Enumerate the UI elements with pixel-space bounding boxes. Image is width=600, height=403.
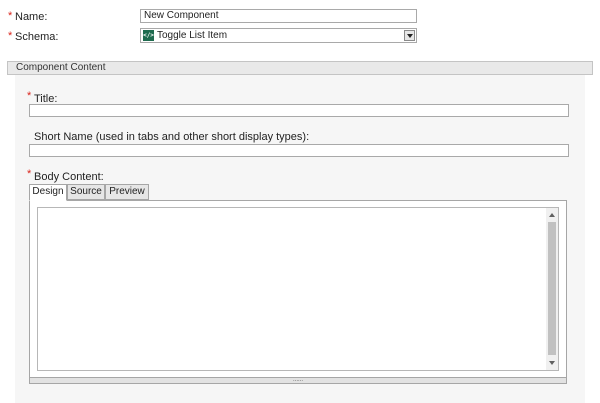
short-name-input[interactable] (29, 144, 569, 157)
name-label: Name: (15, 11, 48, 23)
schema-required-marker: * (8, 30, 13, 42)
schema-selected-value: Toggle List Item (157, 30, 228, 41)
chevron-down-icon[interactable] (404, 30, 415, 41)
title-required-marker: * (27, 90, 32, 102)
body-required-marker: * (27, 168, 32, 180)
scroll-thumb[interactable] (548, 222, 556, 355)
editor-resize-handle[interactable]: ...... (29, 377, 567, 384)
body-content-editor-area[interactable] (37, 207, 559, 371)
scroll-up-icon[interactable] (549, 213, 555, 217)
tab-preview[interactable]: Preview (105, 184, 149, 200)
name-input[interactable]: New Component (140, 9, 417, 23)
short-name-label: Short Name (used in tabs and other short… (34, 131, 310, 143)
name-required-marker: * (8, 10, 13, 22)
schema-label: Schema: (15, 31, 59, 43)
code-brackets-icon: </> (143, 30, 154, 41)
schema-select[interactable]: </> Toggle List Item (140, 28, 417, 43)
scroll-down-icon[interactable] (549, 361, 555, 365)
tab-design[interactable]: Design (29, 184, 67, 201)
component-content-header[interactable]: Component Content (7, 61, 593, 75)
component-editor-page: * Name: New Component * Schema: </> Togg… (0, 0, 600, 403)
title-input[interactable] (29, 104, 569, 117)
tab-source[interactable]: Source (67, 184, 105, 200)
body-content-label: Body Content: (34, 171, 104, 183)
editor-vertical-scrollbar[interactable] (546, 208, 558, 370)
